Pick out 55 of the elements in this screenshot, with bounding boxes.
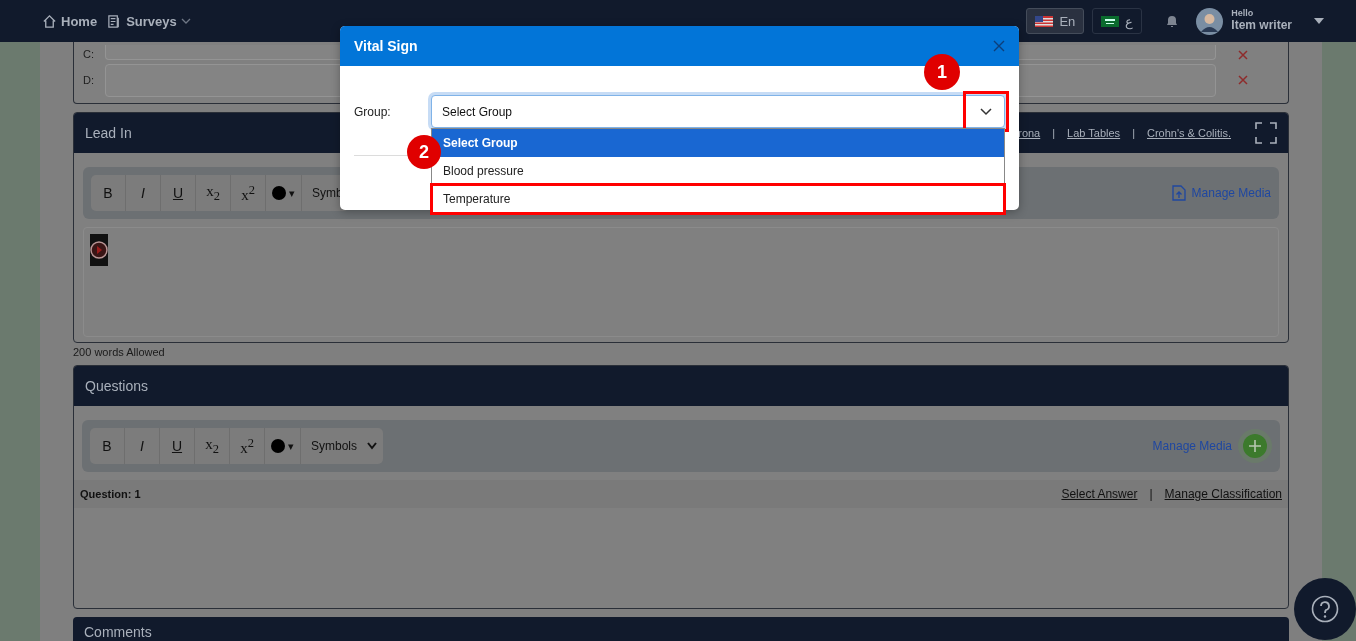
step-badge: 1 [924,54,960,90]
caret-icon[interactable] [1314,17,1324,25]
question-link[interactable]: Select Answer [1061,487,1138,501]
dropdown-option[interactable]: Temperature [432,185,1004,213]
section-title: Questions [85,378,149,394]
format-button[interactable]: x$_{2}$ [195,428,230,464]
saudi-flag-icon [1101,15,1120,27]
format-button[interactable]: B [91,175,126,211]
greeting-text: Hello [1231,9,1255,20]
format-button[interactable]: U [160,428,195,464]
color-picker[interactable]: ▾ [266,175,302,211]
option-label: D: [83,74,95,86]
nav-link[interactable]: Home [42,13,98,29]
section-title: Lead In [85,125,132,141]
modal-title: Vital Sign [354,38,418,54]
dropdown-option[interactable]: Select Group [432,129,1004,157]
format-button[interactable]: x$^{2}$ [231,175,266,211]
step-badge: 2 [407,135,441,169]
language-button[interactable]: ع [1092,8,1143,34]
format-button[interactable]: x$_{2}$ [196,175,231,211]
format-button[interactable]: U [161,175,196,211]
format-button[interactable]: x$^{2}$ [230,428,265,464]
format-button[interactable]: B [90,428,125,464]
chevron-down-icon [367,442,377,450]
user-name: Item writer [1231,19,1292,33]
close-icon[interactable] [1238,50,1248,60]
fullscreen-icon[interactable] [1255,122,1277,144]
separator-text: | [1052,127,1056,139]
question-label: Question: 1 [80,488,141,500]
us-flag-icon [1035,15,1054,27]
field-label: Group: [354,104,392,119]
format-button[interactable]: I [126,175,161,211]
header-link[interactable]: Lab Tables [1067,127,1121,139]
option-label: C: [83,48,95,60]
question-icon [1311,595,1339,623]
avatar-icon[interactable] [1196,7,1224,35]
close-icon[interactable] [993,40,1005,52]
header-link[interactable]: rona [1018,127,1041,139]
symbols-dropdown[interactable]: Symbols [301,428,383,464]
add-icon[interactable] [1238,429,1272,463]
separator-text: | [1132,127,1135,139]
language-button[interactable]: En [1026,8,1085,34]
word-limit-text: 200 words Allowed [73,346,166,358]
separator-text: | [1149,487,1153,501]
nav-link[interactable]: Surveys [107,13,191,29]
file-upload-icon [1171,185,1186,201]
home-icon [42,13,57,29]
section-title: Comments [84,624,152,640]
question-link[interactable]: Manage Classification [1164,487,1282,501]
close-icon[interactable] [1238,75,1248,85]
play-icon [90,234,108,266]
color-picker[interactable]: ▾ [265,428,301,464]
format-button[interactable]: I [125,428,160,464]
header-link[interactable]: Crohn's & Colitis. [1147,127,1231,139]
chevron-down-icon [980,107,992,116]
